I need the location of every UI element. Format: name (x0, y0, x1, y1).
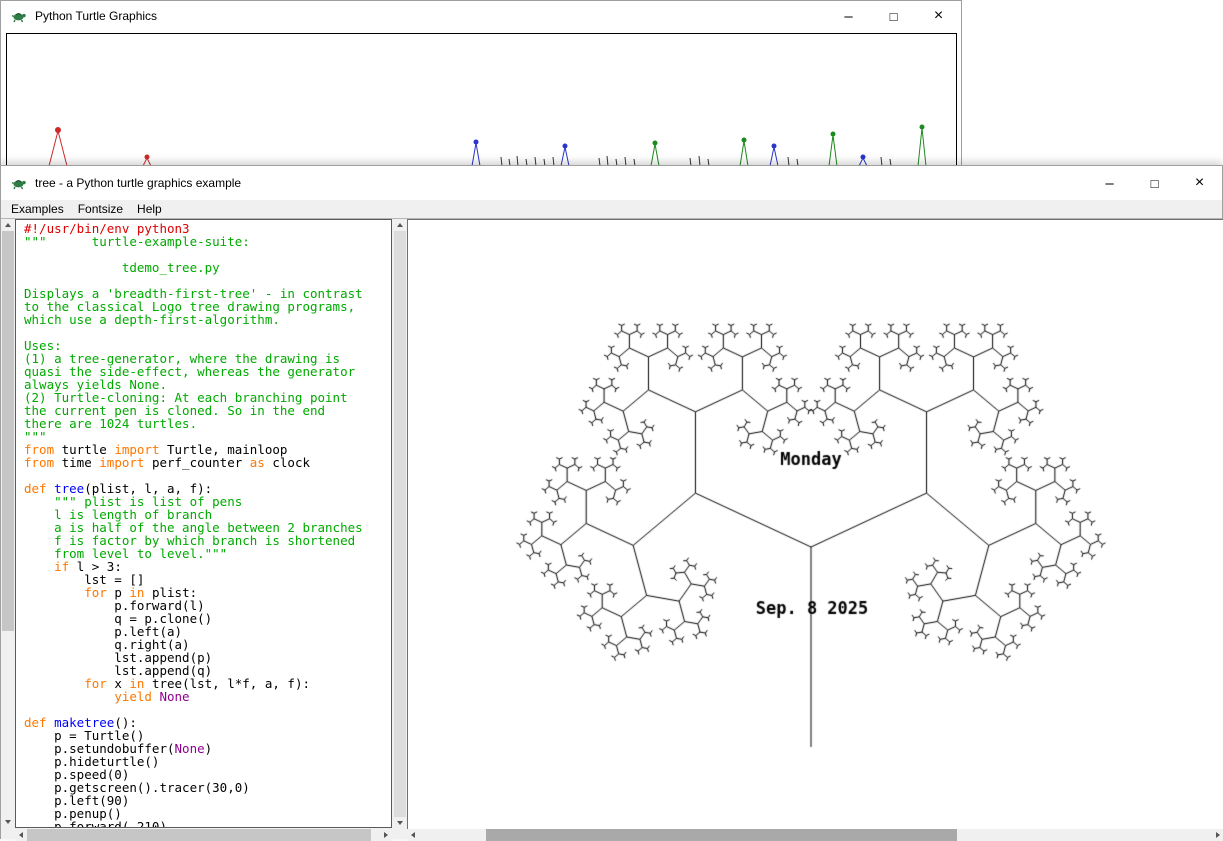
close-icon: × (1195, 174, 1204, 192)
code-editor[interactable]: #!/usr/bin/env python3""" turtle-example… (15, 219, 392, 828)
bg-window-title: Python Turtle Graphics (35, 9, 157, 23)
canvas-vscroll-thumb[interactable] (394, 231, 406, 817)
scroll-right-arrow[interactable] (380, 829, 392, 841)
scroll-left-arrow[interactable] (15, 829, 27, 841)
code-line: """ turtle-example-suite: (24, 235, 391, 248)
arrow-right-icon (384, 832, 388, 838)
minimize-icon: – (1105, 175, 1113, 192)
turtle-app-icon[interactable] (11, 175, 27, 191)
arrow-up-icon (5, 223, 11, 227)
code-hscroll-thumb[interactable] (27, 829, 371, 841)
code-line: which use a depth-first-algorithm. (24, 313, 391, 326)
bg-window-controls: – □ × (826, 1, 961, 31)
canvas-hscroll-thumb[interactable] (486, 829, 957, 841)
canvas-horizontal-scrollbar[interactable] (407, 829, 1223, 841)
menu-examples[interactable]: Examples (4, 201, 71, 217)
turtle-app-icon[interactable] (11, 8, 27, 24)
code-line: p.forward(-210) (24, 820, 391, 828)
turtle-icon (11, 8, 27, 24)
code-text: #!/usr/bin/env python3""" turtle-example… (16, 220, 391, 828)
turtle-icon (11, 175, 27, 191)
menu-fontsize[interactable]: Fontsize (71, 201, 130, 217)
scroll-down-arrow[interactable] (2, 816, 14, 828)
fg-window-titlebar[interactable]: tree - a Python turtle graphics example … (1, 166, 1222, 200)
bg-close-button[interactable]: × (916, 1, 961, 31)
bg-minimize-button[interactable]: – (826, 1, 871, 31)
bg-maximize-button[interactable]: □ (871, 1, 916, 31)
arrow-up-icon (397, 223, 403, 227)
arrow-left-icon (411, 832, 415, 838)
code-horizontal-scrollbar[interactable] (15, 829, 392, 841)
fg-window-controls: – □ × (1087, 166, 1222, 200)
window-content: #!/usr/bin/env python3""" turtle-example… (1, 218, 1222, 839)
fg-close-button[interactable]: × (1177, 166, 1222, 200)
bg-window-titlebar[interactable]: Python Turtle Graphics – □ × (1, 1, 961, 31)
scroll-right-arrow[interactable] (1212, 829, 1223, 841)
fg-window: tree - a Python turtle graphics example … (0, 165, 1223, 839)
fg-minimize-button[interactable]: – (1087, 166, 1132, 200)
arrow-down-icon (397, 821, 403, 825)
close-icon: × (934, 7, 943, 25)
fg-maximize-button[interactable]: □ (1132, 166, 1177, 200)
turtle-canvas[interactable] (407, 219, 1223, 829)
code-line: tdemo_tree.py (24, 261, 391, 274)
code-vscroll-thumb[interactable] (2, 231, 14, 631)
canvas-vertical-scrollbar[interactable] (394, 219, 406, 829)
minimize-icon: – (844, 8, 852, 25)
scroll-up-arrow[interactable] (394, 219, 406, 231)
scroll-down-arrow[interactable] (394, 817, 406, 829)
menu-help[interactable]: Help (130, 201, 169, 217)
fg-window-title: tree - a Python turtle graphics example (35, 176, 241, 190)
code-vertical-scrollbar[interactable] (2, 219, 14, 828)
code-line: there are 1024 turtles. (24, 417, 391, 430)
arrow-right-icon (1216, 832, 1220, 838)
menubar: Examples Fontsize Help (1, 200, 1222, 218)
code-line (24, 326, 391, 339)
code-line: from time import perf_counter as clock (24, 456, 391, 469)
arrow-down-icon (5, 820, 11, 824)
maximize-icon: □ (890, 9, 898, 24)
arrow-left-icon (19, 832, 23, 838)
code-line: yield None (24, 690, 391, 703)
scroll-up-arrow[interactable] (2, 219, 14, 231)
scroll-left-arrow[interactable] (407, 829, 419, 841)
maximize-icon: □ (1151, 176, 1159, 191)
